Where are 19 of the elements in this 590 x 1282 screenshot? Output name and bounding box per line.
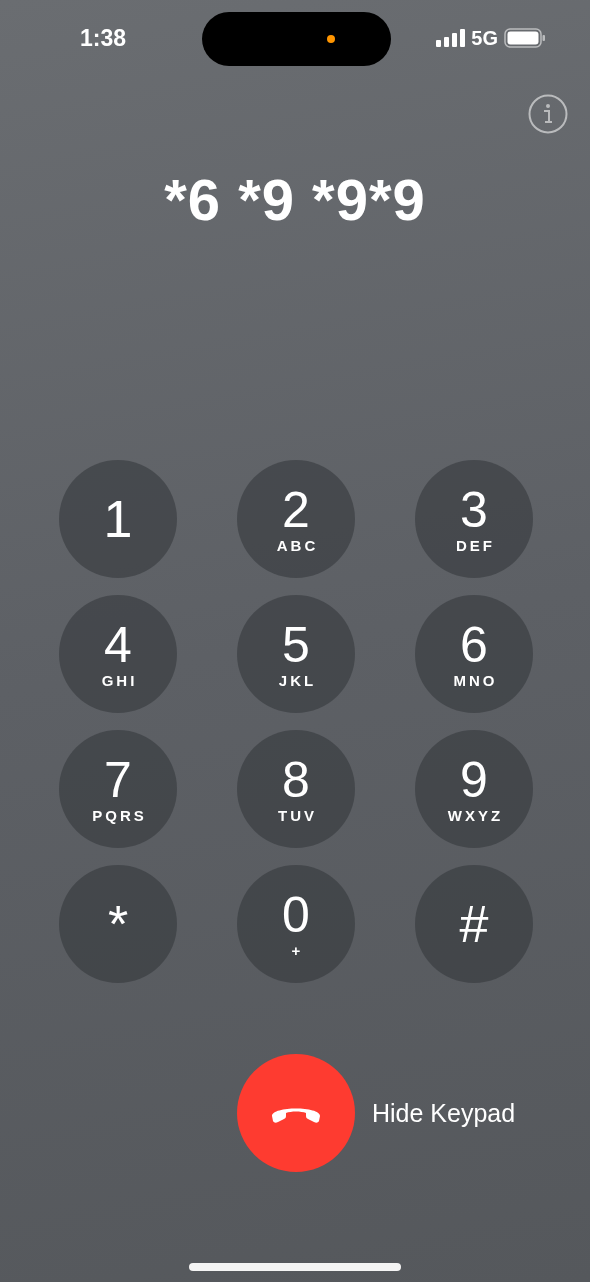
keypad-key[interactable]: # — [415, 865, 533, 983]
keypad-key[interactable]: * — [59, 865, 177, 983]
hide-keypad-link[interactable]: Hide Keypad — [372, 1098, 516, 1128]
keypad-key[interactable]: 2 ABC — [237, 460, 355, 578]
keypad-key[interactable]: 5 JKL — [237, 595, 355, 713]
status-time: 1:38 — [80, 24, 127, 52]
keypad-key[interactable]: 1 — [59, 460, 177, 578]
signal-icon — [436, 29, 466, 47]
keypad-key[interactable]: 8 TUV — [237, 730, 355, 848]
network-type: 5G — [471, 26, 498, 50]
dialed-number: *6 *9 *9*9 — [163, 166, 427, 234]
keypad-key[interactable]: 0 + — [237, 865, 355, 983]
keypad-key[interactable]: 9 WXYZ — [415, 730, 533, 848]
info-icon[interactable] — [528, 94, 568, 134]
keypad-key[interactable]: 7 PQRS — [59, 730, 177, 848]
keypad-key[interactable]: 4 GHI — [59, 595, 177, 713]
keypad-key[interactable]: 3 DEF — [415, 460, 533, 578]
keypad-key[interactable]: 6 MNO — [415, 595, 533, 713]
battery-icon — [504, 28, 546, 48]
